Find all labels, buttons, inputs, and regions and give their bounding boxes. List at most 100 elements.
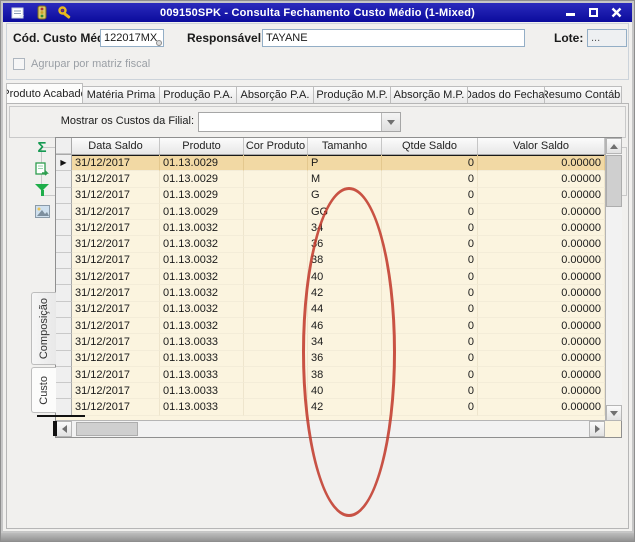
grid-cell-valor: 0.00000 bbox=[478, 301, 605, 318]
table-row[interactable]: 31/12/2017 01.13.0033 36 0 0.00000 bbox=[56, 350, 605, 367]
column-header-qtde-saldo[interactable]: Qtde Saldo bbox=[382, 138, 478, 154]
table-row[interactable]: 31/12/2017 01.13.0033 38 0 0.00000 bbox=[56, 366, 605, 384]
grid-cell-qtde: 0 bbox=[382, 383, 478, 400]
sum-icon[interactable]: Σ bbox=[34, 140, 51, 156]
grid-cell-tamanho: 46 bbox=[308, 317, 382, 335]
grid-cell-qtde: 0 bbox=[382, 285, 478, 302]
tab-mat-ria-prima[interactable]: Matéria Prima bbox=[83, 86, 160, 104]
table-row[interactable]: 31/12/2017 01.13.0032 38 0 0.00000 bbox=[56, 252, 605, 270]
filter-funnel-icon[interactable] bbox=[34, 182, 51, 198]
lote-field[interactable]: ... bbox=[587, 29, 627, 47]
grid-cell-cor bbox=[244, 317, 308, 335]
grid-cell-data: 31/12/2017 bbox=[72, 285, 160, 302]
title-bar: 009150SPK - Consulta Fechamento Custo Mé… bbox=[3, 3, 632, 22]
horizontal-scroll-thumb[interactable] bbox=[76, 422, 138, 436]
table-row[interactable]: 31/12/2017 01.13.0029 G 0 0.00000 bbox=[56, 187, 605, 204]
app-window: 009150SPK - Consulta Fechamento Custo Mé… bbox=[0, 0, 635, 542]
wrench-icon[interactable] bbox=[58, 5, 73, 20]
table-row[interactable]: 31/12/2017 01.13.0033 42 0 0.00000 bbox=[56, 399, 605, 416]
column-header-produto[interactable]: Produto bbox=[160, 138, 244, 154]
vertical-scrollbar[interactable] bbox=[605, 138, 622, 421]
traffic-light-icon[interactable] bbox=[34, 5, 49, 20]
grid-cell-cor bbox=[244, 285, 308, 302]
tab-produ-o-p-a-[interactable]: Produção P.A. bbox=[160, 86, 237, 104]
vertical-scroll-thumb[interactable] bbox=[606, 155, 622, 207]
table-row[interactable]: 31/12/2017 01.13.0033 34 0 0.00000 bbox=[56, 334, 605, 351]
selected-row-marker: ▶ bbox=[60, 157, 67, 167]
side-tab-underline bbox=[37, 415, 85, 417]
grid-cell-tamanho: 40 bbox=[308, 269, 382, 286]
table-row[interactable]: ▶ 31/12/2017 01.13.0029 P 0 0.00000 bbox=[56, 155, 605, 172]
grid-cell-valor: 0.00000 bbox=[478, 269, 605, 286]
scroll-down-button[interactable] bbox=[606, 405, 622, 421]
filial-combobox-value bbox=[199, 113, 381, 131]
grid-cell-produto: 01.13.0029 bbox=[160, 155, 244, 172]
side-tab-composicao[interactable]: Composição bbox=[31, 292, 56, 365]
grid-cell-data: 31/12/2017 bbox=[72, 252, 160, 270]
grid-cell-tamanho: GG bbox=[308, 203, 382, 221]
grid-cell-data: 31/12/2017 bbox=[72, 220, 160, 237]
responsavel-field[interactable]: TAYANE bbox=[262, 29, 525, 47]
close-button[interactable] bbox=[610, 6, 622, 18]
grid-cell-valor: 0.00000 bbox=[478, 366, 605, 384]
grid-cell-tamanho: G bbox=[308, 187, 382, 204]
tab-absor-o-p-a-[interactable]: Absorção P.A. bbox=[237, 86, 314, 104]
horizontal-scrollbar[interactable] bbox=[56, 420, 605, 437]
scroll-left-button[interactable] bbox=[56, 421, 72, 437]
column-header-cor-produto[interactable]: Cor Produto bbox=[244, 138, 308, 154]
scroll-right-button[interactable] bbox=[589, 421, 605, 437]
tab-resumo-cont-bil[interactable]: Resumo Contábil bbox=[545, 86, 622, 104]
grid-cell-tamanho: 40 bbox=[308, 383, 382, 400]
grid-cell-valor: 0.00000 bbox=[478, 252, 605, 270]
grid-cell-qtde: 0 bbox=[382, 301, 478, 318]
grid-cell-tamanho: 34 bbox=[308, 220, 382, 237]
grid-cell-data: 31/12/2017 bbox=[72, 301, 160, 318]
table-row[interactable]: 31/12/2017 01.13.0029 M 0 0.00000 bbox=[56, 171, 605, 188]
column-header-data-saldo[interactable]: Data Saldo bbox=[72, 138, 160, 154]
grid-cell-valor: 0.00000 bbox=[478, 155, 605, 172]
filial-combobox[interactable] bbox=[198, 112, 401, 132]
table-row[interactable]: 31/12/2017 01.13.0033 40 0 0.00000 bbox=[56, 383, 605, 400]
image-icon[interactable] bbox=[34, 203, 51, 219]
tab-produto-acabado[interactable]: Produto Acabado bbox=[6, 83, 83, 104]
grid-cell-data: 31/12/2017 bbox=[72, 366, 160, 384]
chevron-down-icon bbox=[387, 119, 395, 125]
grid-cell-cor bbox=[244, 252, 308, 270]
table-row[interactable]: 31/12/2017 01.13.0032 44 0 0.00000 bbox=[56, 301, 605, 318]
row-indicator: ▶ bbox=[56, 155, 72, 172]
table-row[interactable]: 31/12/2017 01.13.0032 40 0 0.00000 bbox=[56, 269, 605, 286]
row-indicator bbox=[56, 269, 72, 286]
grid-cell-cor bbox=[244, 366, 308, 384]
lookup-icon[interactable] bbox=[156, 40, 162, 46]
form-icon[interactable] bbox=[10, 5, 25, 20]
lote-label: Lote: bbox=[554, 31, 584, 45]
column-header-tamanho[interactable]: Tamanho bbox=[308, 138, 382, 154]
grid-cell-qtde: 0 bbox=[382, 171, 478, 188]
column-header-valor-saldo[interactable]: Valor Saldo bbox=[478, 138, 605, 154]
grid-cell-qtde: 0 bbox=[382, 220, 478, 237]
grid-cell-tamanho: 34 bbox=[308, 334, 382, 351]
tab-produ-o-m-p-[interactable]: Produção M.P. bbox=[314, 86, 391, 104]
grid-cell-produto: 01.13.0032 bbox=[160, 252, 244, 270]
grid-cell-produto: 01.13.0033 bbox=[160, 334, 244, 351]
minimize-button[interactable] bbox=[564, 6, 576, 18]
table-row[interactable]: 31/12/2017 01.13.0032 42 0 0.00000 bbox=[56, 285, 605, 302]
grid-cell-produto: 01.13.0032 bbox=[160, 269, 244, 286]
export-sheet-icon[interactable] bbox=[34, 161, 51, 177]
table-row[interactable]: 31/12/2017 01.13.0032 36 0 0.00000 bbox=[56, 236, 605, 253]
tab-dados-do-fechar[interactable]: Dados do Fechar bbox=[468, 86, 545, 104]
maximize-button[interactable] bbox=[587, 6, 599, 18]
grid-cell-tamanho: 36 bbox=[308, 350, 382, 367]
table-row[interactable]: 31/12/2017 01.13.0032 34 0 0.00000 bbox=[56, 220, 605, 237]
grid-cell-valor: 0.00000 bbox=[478, 171, 605, 188]
grid-cell-valor: 0.00000 bbox=[478, 203, 605, 221]
table-row[interactable]: 31/12/2017 01.13.0032 46 0 0.00000 bbox=[56, 317, 605, 335]
tab-absor-o-m-p-[interactable]: Absorção M.P. bbox=[391, 86, 468, 104]
grid-cell-valor: 0.00000 bbox=[478, 350, 605, 367]
filial-combobox-button[interactable] bbox=[381, 113, 400, 131]
cod-custo-medio-field[interactable]: 122017MX bbox=[100, 29, 164, 47]
agrupar-checkbox[interactable] bbox=[13, 58, 25, 70]
side-tab-custo[interactable]: Custo bbox=[31, 367, 56, 413]
scroll-up-button[interactable] bbox=[606, 138, 622, 154]
table-row[interactable]: 31/12/2017 01.13.0029 GG 0 0.00000 bbox=[56, 203, 605, 221]
